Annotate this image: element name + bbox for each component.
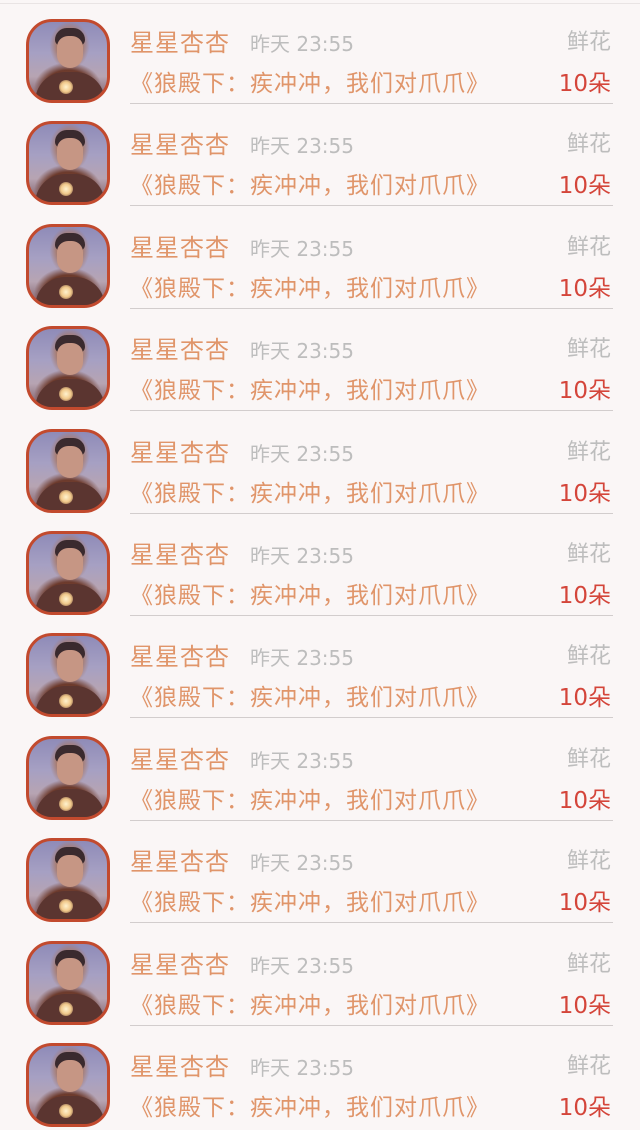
avatar[interactable] xyxy=(26,940,110,1025)
gift-count: 10朵 xyxy=(558,71,611,97)
book-title-link[interactable]: 《狼殿下：疾冲冲，我们对爪爪》 xyxy=(130,580,490,612)
list-item[interactable]: 星星杏杏 昨天 23:55 鲜花 《狼殿下：疾冲冲，我们对爪爪》 10朵 xyxy=(0,819,640,924)
sender-name[interactable]: 星星杏杏 xyxy=(130,437,230,469)
list-item[interactable]: 星星杏杏 昨天 23:55 鲜花 《狼殿下：疾冲冲，我们对爪爪》 10朵 xyxy=(0,922,640,1026)
gift-type: 鲜花 xyxy=(566,234,611,260)
avatar[interactable] xyxy=(26,530,110,615)
avatar[interactable] xyxy=(26,428,110,513)
book-title-link[interactable]: 《狼殿下：疾冲冲，我们对爪爪》 xyxy=(130,1092,490,1124)
book-title-link[interactable]: 《狼殿下：疾冲冲，我们对爪爪》 xyxy=(130,68,490,100)
book-title-link[interactable]: 《狼殿下：疾冲冲，我们对爪爪》 xyxy=(130,887,490,919)
gift-count: 10朵 xyxy=(558,275,611,302)
gift-count: 10朵 xyxy=(558,378,611,405)
gift-type: 鲜花 xyxy=(566,644,611,670)
avatar[interactable] xyxy=(26,1042,110,1127)
gift-type: 鲜花 xyxy=(566,951,611,977)
timestamp: 昨天 23:55 xyxy=(250,646,354,671)
avatar[interactable] xyxy=(26,223,110,308)
sender-name[interactable]: 星星杏杏 xyxy=(130,334,230,366)
gift-count: 10朵 xyxy=(558,787,611,814)
book-title-link[interactable]: 《狼殿下：疾冲冲，我们对爪爪》 xyxy=(130,170,490,202)
sender-name[interactable]: 星星杏杏 xyxy=(130,27,230,59)
timestamp: 昨天 23:55 xyxy=(250,32,354,56)
sender-name[interactable]: 星星杏杏 xyxy=(130,744,230,776)
gift-type: 鲜花 xyxy=(566,337,611,363)
sender-name[interactable]: 星星杏杏 xyxy=(130,539,230,571)
list-item[interactable]: 星星杏杏 昨天 23:55 鲜花 《狼殿下：疾冲冲，我们对爪爪》 10朵 xyxy=(0,614,640,719)
gift-count: 10朵 xyxy=(558,582,611,609)
gift-type: 鲜花 xyxy=(566,132,611,158)
sender-name[interactable]: 星星杏杏 xyxy=(130,1051,230,1083)
gift-type: 鲜花 xyxy=(566,439,611,465)
list-item[interactable]: 星星杏杏 昨天 23:55 鲜花 《狼殿下：疾冲冲，我们对爪爪》 10朵 xyxy=(0,1024,640,1127)
gift-count: 10朵 xyxy=(558,992,611,1019)
gift-count: 10朵 xyxy=(558,890,611,917)
gift-count: 10朵 xyxy=(558,173,611,200)
avatar[interactable] xyxy=(26,326,110,411)
avatar[interactable] xyxy=(26,735,110,820)
list-item[interactable]: 星星杏杏 昨天 23:55 鲜花 《狼殿下：疾冲冲，我们对爪爪》 10朵 xyxy=(0,102,640,207)
book-title-link[interactable]: 《狼殿下：疾冲冲，我们对爪爪》 xyxy=(130,273,490,305)
timestamp: 昨天 23:55 xyxy=(250,748,354,773)
timestamp: 昨天 23:55 xyxy=(250,134,354,159)
list-item[interactable]: 星星杏杏 昨天 23:55 鲜花 《狼殿下：疾冲冲，我们对爪爪》 10朵 xyxy=(0,307,640,412)
avatar[interactable] xyxy=(26,633,110,718)
sender-name[interactable]: 星星杏杏 xyxy=(130,232,230,264)
sender-name[interactable]: 星星杏杏 xyxy=(130,641,230,673)
timestamp: 昨天 23:55 xyxy=(250,543,354,568)
timestamp: 昨天 23:55 xyxy=(250,339,354,364)
gift-type: 鲜花 xyxy=(566,30,611,55)
list-item[interactable]: 星星杏杏 昨天 23:55 鲜花 《狼殿下：疾冲冲，我们对爪爪》 10朵 xyxy=(0,205,640,309)
list-item[interactable]: 星星杏杏 昨天 23:55 鲜花 《狼殿下：疾冲冲，我们对爪爪》 10朵 xyxy=(0,410,640,514)
sender-name[interactable]: 星星杏杏 xyxy=(130,129,230,161)
avatar[interactable] xyxy=(26,838,110,923)
gift-count: 10朵 xyxy=(558,480,611,507)
gift-count: 10朵 xyxy=(558,1094,611,1121)
list-item[interactable]: 星星杏杏 昨天 23:55 鲜花 《狼殿下：疾冲冲，我们对爪爪》 10朵 xyxy=(0,717,640,821)
avatar[interactable] xyxy=(26,121,110,206)
timestamp: 昨天 23:55 xyxy=(250,1055,354,1080)
list-item[interactable]: 星星杏杏 昨天 23:55 鲜花 《狼殿下：疾冲冲，我们对爪爪》 10朵 xyxy=(0,512,640,616)
gift-type: 鲜花 xyxy=(566,1053,611,1079)
book-title-link[interactable]: 《狼殿下：疾冲冲，我们对爪爪》 xyxy=(130,682,490,714)
book-title-link[interactable]: 《狼殿下：疾冲冲，我们对爪爪》 xyxy=(130,785,490,817)
book-title-link[interactable]: 《狼殿下：疾冲冲，我们对爪爪》 xyxy=(130,478,490,510)
timestamp: 昨天 23:55 xyxy=(250,236,354,261)
timestamp: 昨天 23:55 xyxy=(250,851,354,876)
book-title-link[interactable]: 《狼殿下：疾冲冲，我们对爪爪》 xyxy=(130,375,490,407)
gift-type: 鲜花 xyxy=(566,746,611,772)
gift-type: 鲜花 xyxy=(566,541,611,567)
sender-name[interactable]: 星星杏杏 xyxy=(130,949,230,981)
list-item[interactable]: 星星杏杏 昨天 23:55 鲜花 《狼殿下：疾冲冲，我们对爪爪》 10朵 xyxy=(0,0,640,104)
gift-record-list: 星星杏杏 昨天 23:55 鲜花 《狼殿下：疾冲冲，我们对爪爪》 10朵 星星杏… xyxy=(0,0,640,1127)
avatar[interactable] xyxy=(26,19,110,103)
sender-name[interactable]: 星星杏杏 xyxy=(130,846,230,878)
gift-count: 10朵 xyxy=(558,685,611,712)
timestamp: 昨天 23:55 xyxy=(250,441,354,466)
gift-type: 鲜花 xyxy=(566,849,611,875)
book-title-link[interactable]: 《狼殿下：疾冲冲，我们对爪爪》 xyxy=(130,990,490,1022)
timestamp: 昨天 23:55 xyxy=(250,953,354,978)
